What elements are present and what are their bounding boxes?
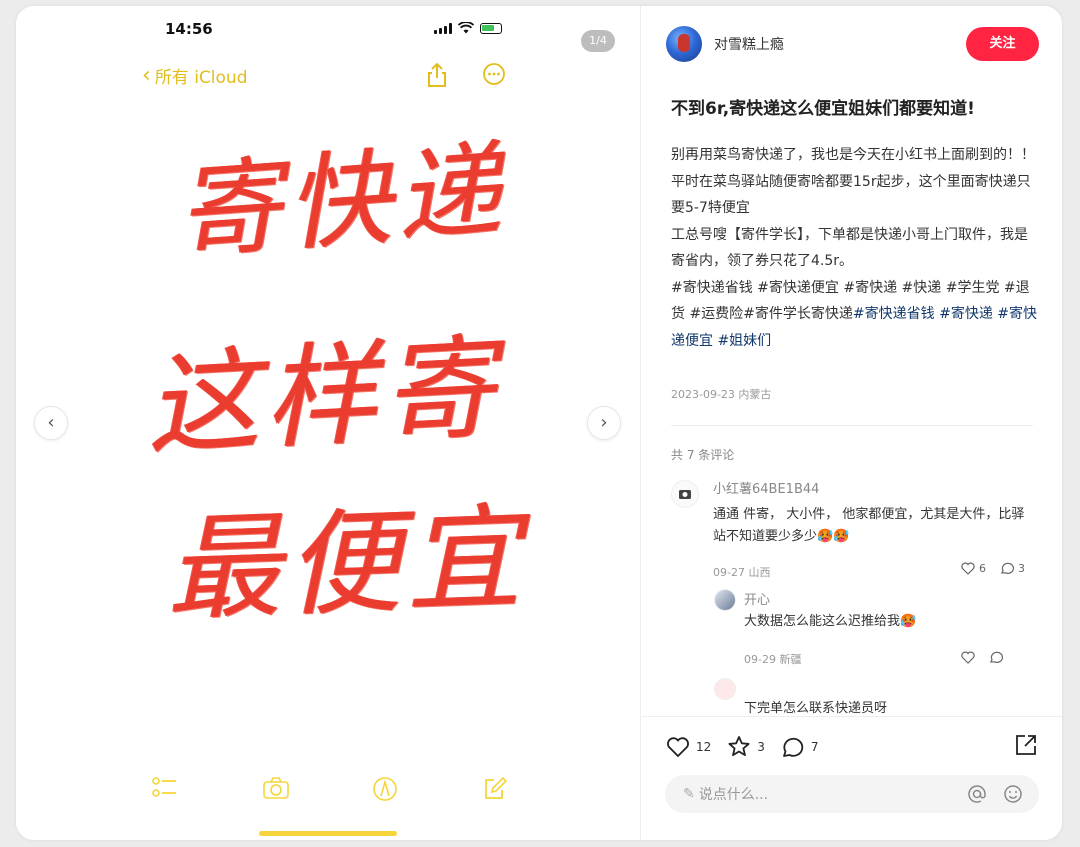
camera-icon xyxy=(263,777,289,799)
engagement-actions: 12 3 7 xyxy=(666,735,819,758)
heart-icon xyxy=(667,736,689,757)
wifi-icon xyxy=(458,22,474,34)
post-card: 14:56 1/4 ‹ 所有 iCloud 寄快递 这样寄 最便宜 ‹ › 对雪… xyxy=(16,6,1062,840)
status-icons xyxy=(434,22,502,34)
reply-item: 开心 大数据怎么能这么迟推给我🥵 09-29 新疆 xyxy=(714,589,1034,669)
collect-count: 3 xyxy=(757,739,765,754)
post-paragraph: 工总号嗖【寄件学长】，下单都是快递小哥上门取件，我是寄省内，领了券只花了4.5r… xyxy=(671,226,1028,270)
post-paragraph: 平时在菜鸟驿站随便寄啥都要15r起步，这个里面寄快递只要5-7特便宜 xyxy=(671,173,1031,217)
heart-icon xyxy=(961,651,975,664)
like-count: 6 xyxy=(979,562,986,575)
follow-button[interactable]: 关注 xyxy=(966,27,1039,61)
comment-text: 大数据怎么能这么迟推给我🥵 xyxy=(744,614,917,629)
image-viewer[interactable]: 14:56 1/4 ‹ 所有 iCloud 寄快递 这样寄 最便宜 ‹ › xyxy=(16,6,641,840)
comment-count: 共 7 条评论 xyxy=(671,448,735,462)
like-count: 12 xyxy=(696,739,712,754)
like-button[interactable]: 12 xyxy=(666,736,711,758)
post-paragraph: 别再用菜鸟寄快递了，我也是今天在小红书上面刷到的！！ xyxy=(671,147,1035,163)
share-icon[interactable] xyxy=(1014,733,1038,757)
avatar[interactable] xyxy=(714,589,736,611)
checklist-icon xyxy=(152,777,176,797)
post-details: 对雪糕上瘾 关注 不到6r,寄快递这么便宜姐妹们都要知道! 别再用菜鸟寄快递了，… xyxy=(642,6,1062,840)
chevron-left-icon: ‹ xyxy=(47,412,55,433)
chevron-left-icon: ‹ xyxy=(142,62,151,88)
battery-icon xyxy=(480,22,502,34)
mention-icon[interactable] xyxy=(967,784,987,804)
comment-text: 通通 件寄， 大小件， 他家都便宜，尤其是大件，比驿站不知道要少多少🥵🥵 xyxy=(713,507,1025,544)
like-button[interactable]: 6 xyxy=(961,562,986,575)
avatar[interactable] xyxy=(666,26,702,62)
emoji-icon[interactable] xyxy=(1003,784,1023,804)
camera-icon xyxy=(679,490,691,499)
signal-icon xyxy=(434,22,452,34)
handwriting-line: 寄快递 xyxy=(172,128,511,274)
comment-total: 7 xyxy=(810,739,819,754)
status-time: 14:56 xyxy=(165,20,213,38)
reply-button[interactable] xyxy=(989,651,1003,664)
comment-item: 小红薯64BE1B44 通通 件寄， 大小件， 他家都便宜，尤其是大件，比驿站不… xyxy=(671,478,1041,588)
collect-button[interactable]: 3 xyxy=(727,735,765,758)
more-icon xyxy=(483,63,505,85)
markup-pen-icon xyxy=(373,777,397,801)
comment-author[interactable]: 小红薯64BE1B44 xyxy=(713,478,819,497)
home-indicator xyxy=(259,831,397,836)
back-label: 所有 iCloud xyxy=(154,68,248,88)
reply-item: 下完单怎么联系快递员呀 xyxy=(714,678,1034,718)
share-icon xyxy=(428,62,446,87)
avatar[interactable] xyxy=(714,678,736,700)
comment-actions: 6 3 xyxy=(961,562,1025,575)
post-date-location: 2023-09-23 内蒙古 xyxy=(671,388,772,401)
post-body: 别再用菜鸟寄快递了，我也是今天在小红书上面刷到的！！ 平时在菜鸟驿站随便寄啥都要… xyxy=(671,142,1037,354)
comment-icon xyxy=(990,651,1003,663)
reply-count: 3 xyxy=(1018,562,1025,575)
chevron-right-icon: › xyxy=(600,412,608,433)
back-link: ‹ 所有 iCloud xyxy=(142,63,248,88)
author-name[interactable]: 对雪糕上瘾 xyxy=(714,34,784,54)
like-button[interactable] xyxy=(961,651,975,664)
comment-author[interactable]: 开心 xyxy=(744,589,770,608)
heart-icon xyxy=(961,562,975,575)
page-indicator: 1/4 xyxy=(581,30,615,52)
comment-meta: 09-29 新疆 xyxy=(744,653,802,666)
reply-button[interactable]: 3 xyxy=(1000,562,1025,575)
handwriting-line: 最便宜 xyxy=(164,490,529,637)
divider xyxy=(671,425,1033,426)
comment-actions xyxy=(961,651,1003,664)
comment-placeholder: 说点什么... xyxy=(698,787,769,803)
notes-toolbar xyxy=(16,776,641,806)
author-info[interactable]: 对雪糕上瘾 xyxy=(666,26,784,62)
post-tags: #寄快递省钱 #寄快递便宜 #寄快递 #快递 #学生党 #退货 #运费险#寄件学… xyxy=(671,275,1037,355)
comment-input-icons xyxy=(967,784,1023,804)
post-title: 不到6r,寄快递这么便宜姐妹们都要知道! xyxy=(671,99,975,119)
engagement-bar: 12 3 7 ✎ 说点什么... xyxy=(642,716,1062,840)
next-image-button[interactable]: › xyxy=(587,406,621,440)
avatar[interactable] xyxy=(671,480,699,508)
handwritten-note: 寄快递 这样寄 最便宜 xyxy=(136,116,546,656)
handwriting-line: 这样寄 xyxy=(143,322,504,472)
star-icon xyxy=(728,736,750,756)
comment-button[interactable]: 7 xyxy=(781,736,819,758)
comment-icon xyxy=(783,737,804,757)
comment-input[interactable]: ✎ 说点什么... xyxy=(665,775,1039,813)
comment-text: 下完单怎么联系快递员呀 xyxy=(744,701,888,716)
comment-icon xyxy=(1001,562,1014,574)
pencil-icon: ✎ xyxy=(683,786,695,802)
prev-image-button[interactable]: ‹ xyxy=(34,406,68,440)
compose-icon xyxy=(485,776,508,799)
comment-meta: 09-27 山西 xyxy=(713,566,771,579)
